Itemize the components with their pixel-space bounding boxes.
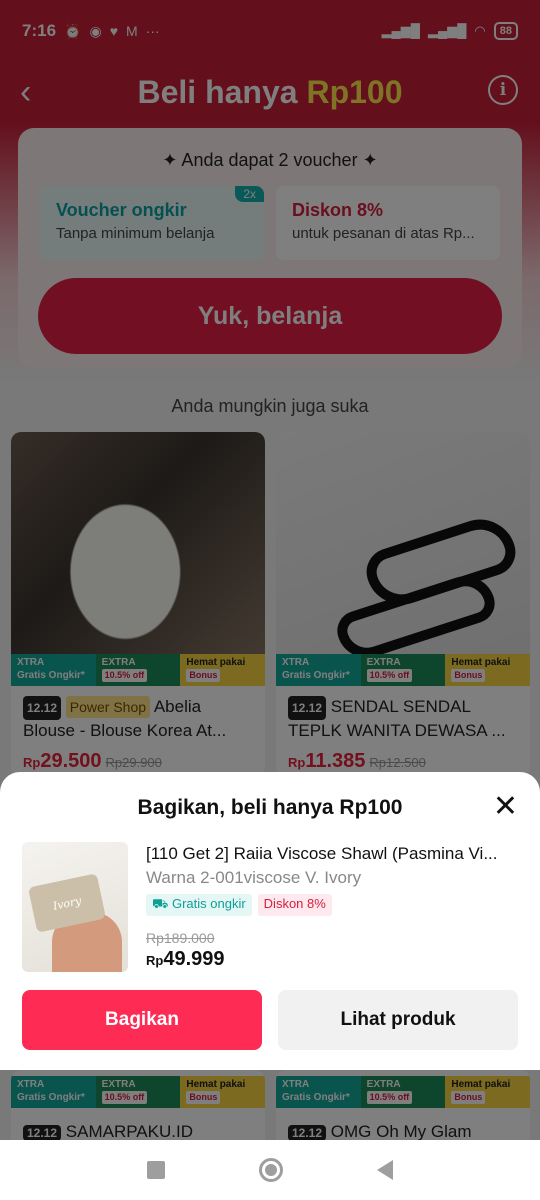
- free-shipping-chip: ⛟ Gratis ongkir: [146, 894, 252, 916]
- sheet-product-variant: Warna 2-001viscose V. Ivory: [146, 868, 362, 887]
- recents-icon[interactable]: [147, 1161, 165, 1179]
- close-icon[interactable]: ✕: [493, 792, 518, 822]
- sheet-price-prefix: Rp: [146, 953, 164, 968]
- view-product-button[interactable]: Lihat produk: [278, 990, 518, 1050]
- share-button[interactable]: Bagikan: [22, 990, 262, 1050]
- system-nav-bar: [0, 1140, 540, 1200]
- free-shipping-chip-label: Gratis ongkir: [171, 896, 246, 911]
- sheet-product-name: [110 Get 2] Raiia Viscose Shawl (Pasmina…: [146, 844, 498, 863]
- sheet-price-value: 49.999: [163, 948, 225, 970]
- back-icon[interactable]: [377, 1160, 393, 1180]
- sheet-price: Rp49.999: [146, 948, 225, 971]
- sheet-title: Bagikan, beli hanya Rp100: [137, 796, 403, 819]
- home-icon[interactable]: [259, 1158, 283, 1182]
- sheet-old-price: Rp189.000: [146, 930, 215, 946]
- discount-chip: Diskon 8%: [257, 894, 332, 916]
- product-thumbnail: Ivory: [22, 842, 128, 972]
- share-bottom-sheet: Bagikan, beli hanya Rp100 ✕ Ivory [110 G…: [0, 772, 540, 1070]
- sheet-tags: ⛟ Gratis ongkir Diskon 8%: [146, 894, 332, 916]
